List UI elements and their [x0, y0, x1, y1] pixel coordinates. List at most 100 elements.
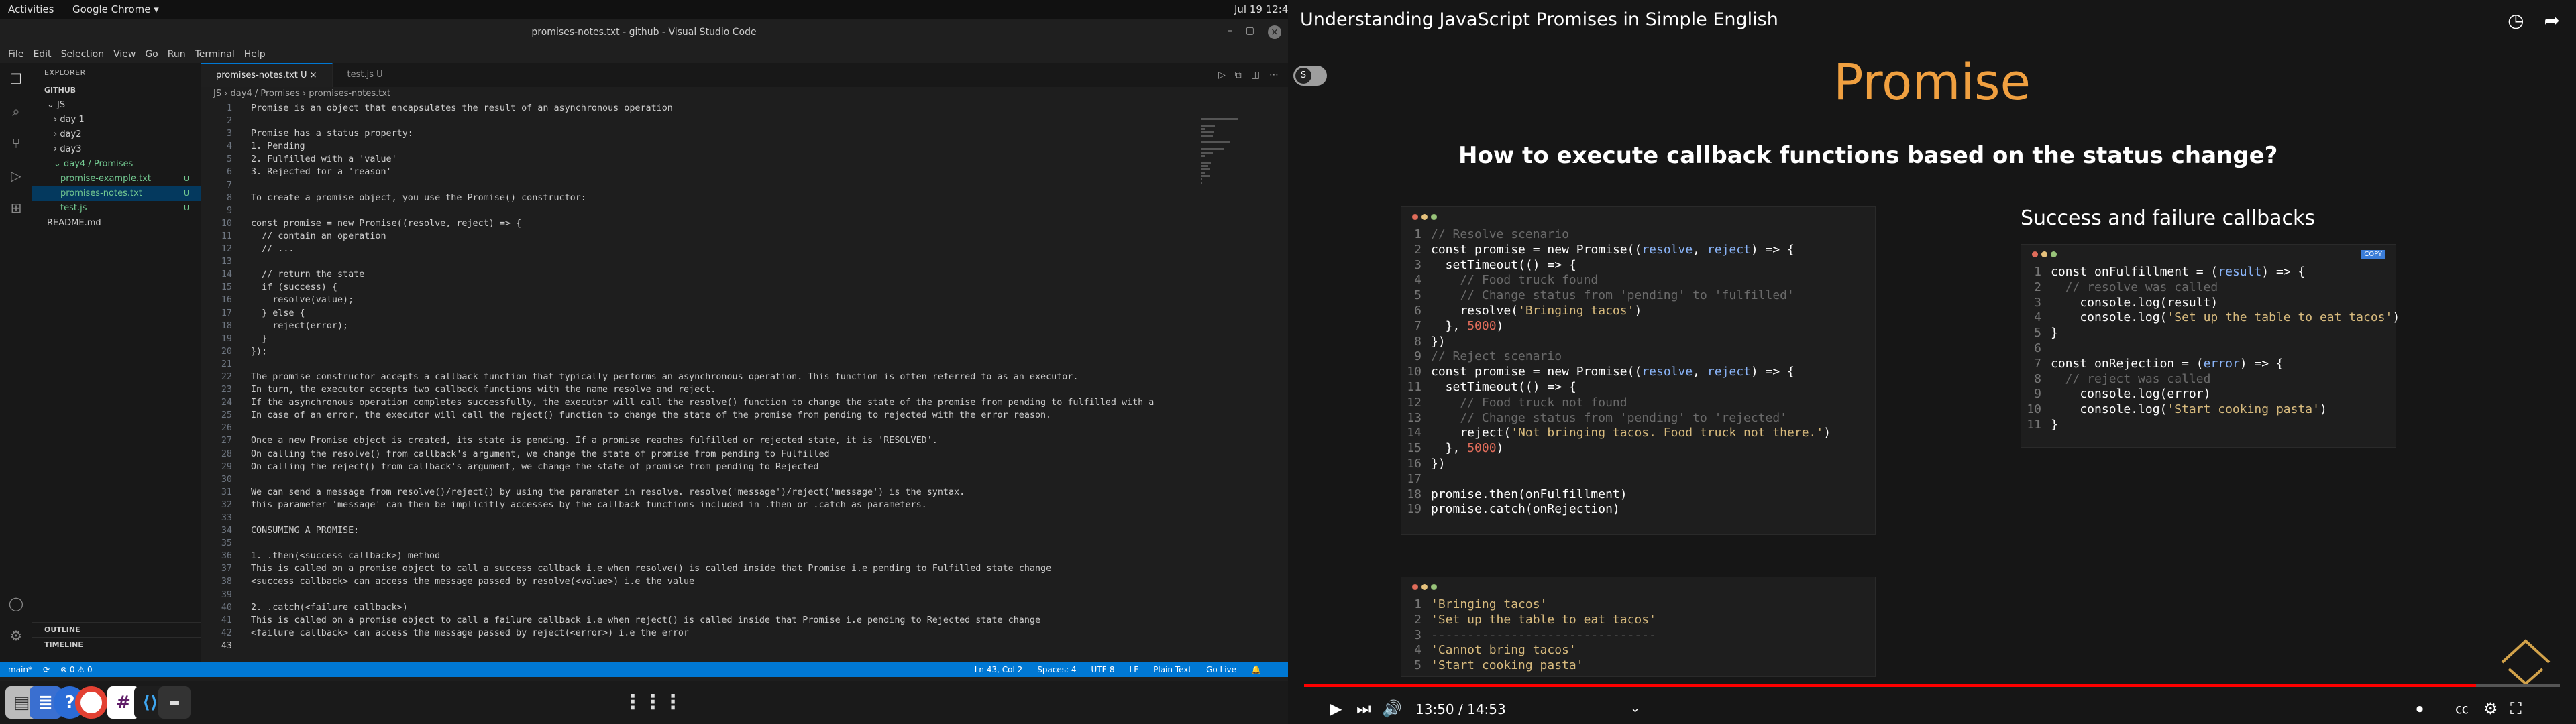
code-line[interactable]: 16 resolve(value); [201, 294, 1197, 306]
split-editor-icon[interactable]: ◫ [1251, 70, 1260, 80]
code-line[interactable]: 43 [201, 640, 1197, 652]
line-ending[interactable]: LF [1130, 662, 1139, 677]
code-line[interactable]: 38 <success callback> can access the mess… [201, 575, 1197, 588]
minimap[interactable] [1201, 117, 1278, 184]
code-line[interactable]: 36 1. .then(<success callback>) method [201, 550, 1197, 562]
minimize-icon[interactable]: – [1228, 25, 1232, 39]
code-line[interactable]: 2 [201, 115, 1197, 127]
tree-item[interactable]: › day2 [32, 127, 201, 142]
tree-item[interactable]: ⌄ day4 / Promises [32, 157, 201, 172]
notifications-icon[interactable]: 🔔 [1251, 662, 1261, 677]
code-line[interactable]: 40 2. .catch(<failure callback>) [201, 601, 1197, 614]
code-line[interactable]: 6 3. Rejected for a 'reason' [201, 166, 1197, 178]
menu-terminal[interactable]: Terminal [195, 46, 235, 63]
code-line[interactable]: 25 In case of an error, the executor will… [201, 409, 1197, 422]
code-line[interactable]: 39 [201, 589, 1197, 601]
code-line[interactable]: 18 reject(error); [201, 320, 1197, 333]
code-line[interactable]: 32 this parameter 'message' can then be i… [201, 499, 1197, 511]
search-icon[interactable]: ⌕ [8, 103, 24, 119]
copy-button[interactable]: COPY [2361, 250, 2385, 259]
encoding[interactable]: UTF-8 [1091, 662, 1115, 677]
tree-item[interactable]: ⌄ JS [32, 98, 201, 113]
video-title[interactable]: Understanding JavaScript Promises in Sim… [1300, 9, 1778, 30]
code-line[interactable]: 17 } else { [201, 307, 1197, 320]
extensions-icon[interactable]: ⊞ [8, 200, 24, 216]
code-line[interactable]: 3 Promise has a status property: [201, 127, 1197, 140]
tab-promises-notes[interactable]: promises-notes.txt U × [201, 63, 333, 87]
tree-item[interactable]: README.md [32, 216, 201, 231]
code-line[interactable]: 27 Once a new Promise object is created, … [201, 434, 1197, 447]
code-line[interactable]: 8 To create a promise object, you use the… [201, 192, 1197, 204]
code-line[interactable]: 13 [201, 255, 1197, 268]
activities-button[interactable]: Activities [8, 3, 54, 15]
tree-item[interactable]: promises-notes.txt U [32, 186, 201, 201]
maximize-icon[interactable]: ▢ [1246, 25, 1254, 39]
tree-item[interactable]: › day 1 [32, 113, 201, 127]
code-line[interactable]: 23 In turn, the executor accepts two call… [201, 383, 1197, 396]
settings-gear-icon[interactable]: ⚙ [8, 627, 24, 644]
text-editor[interactable]: 1 Promise is an object that encapsulates … [201, 102, 1197, 662]
code-line[interactable]: 20}); [201, 345, 1197, 358]
menu-run[interactable]: Run [168, 46, 186, 63]
more-actions-icon[interactable]: ⋯ [1269, 70, 1279, 80]
menu-view[interactable]: View [113, 46, 136, 63]
close-icon[interactable]: × [1268, 25, 1281, 39]
go-live-button[interactable]: Go Live [1206, 662, 1236, 677]
tree-item[interactable]: test.js U [32, 201, 201, 216]
menu-go[interactable]: Go [145, 46, 158, 63]
terminal-app-icon[interactable]: ▬ [158, 686, 191, 719]
code-line[interactable]: 4 1. Pending [201, 140, 1197, 153]
code-line[interactable]: 14 // return the state [201, 268, 1197, 281]
code-line[interactable]: 41 This is called on a promise object to … [201, 614, 1197, 627]
language-mode[interactable]: Plain Text [1153, 662, 1191, 677]
code-line[interactable]: 24 If the asynchronous operation complete… [201, 396, 1197, 409]
watch-later-icon[interactable]: ◷ [2508, 9, 2524, 32]
settings-icon[interactable]: ⚙ [2483, 699, 2498, 719]
code-line[interactable]: 12 // ... [201, 243, 1197, 255]
problems-indicator[interactable]: ⊗ 0 ⚠ 0 [60, 662, 93, 677]
sync-icon[interactable]: ⟳ [43, 662, 50, 677]
code-line[interactable]: 33 [201, 511, 1197, 524]
code-line[interactable]: 9 [201, 204, 1197, 217]
code-line[interactable]: 10 const promise = new Promise((resolve, … [201, 217, 1197, 230]
app-menu[interactable]: Google Chrome ▾ [72, 3, 159, 15]
code-line[interactable]: 21 [201, 358, 1197, 371]
chapter-chevron-icon[interactable]: ⌄ [1630, 699, 1640, 719]
code-line[interactable]: 34 CONSUMING A PROMISE: [201, 524, 1197, 537]
volume-icon[interactable]: 🔊 [1382, 699, 1402, 719]
workspace-root[interactable]: GITHUB [32, 83, 201, 98]
show-apps-icon[interactable]: ⋮⋮⋮ [623, 686, 683, 719]
code-line[interactable]: 37 This is called on a promise object to … [201, 562, 1197, 575]
tree-item[interactable]: › day3 [32, 142, 201, 157]
menu-file[interactable]: File [8, 46, 23, 63]
outline-section[interactable]: OUTLINE [32, 622, 201, 637]
cursor-position[interactable]: Ln 43, Col 2 [975, 662, 1023, 677]
branch-indicator[interactable]: main* [8, 662, 32, 677]
chrome-app-icon[interactable] [75, 686, 107, 719]
run-debug-icon[interactable]: ▷ [8, 168, 24, 184]
tab-test-js[interactable]: test.js U [333, 63, 398, 87]
captions-icon[interactable]: ㏄ [2455, 699, 2469, 719]
source-control-icon[interactable]: ⑂ [8, 135, 24, 152]
menu-selection[interactable]: Selection [61, 46, 105, 63]
menu-help[interactable]: Help [244, 46, 266, 63]
compare-icon[interactable]: ⧉ [1235, 70, 1242, 80]
code-line[interactable]: 5 2. Fulfilled with a 'value' [201, 153, 1197, 166]
timeline-section[interactable]: TIMELINE [32, 637, 201, 652]
clock[interactable]: Jul 19 12:40 [1234, 3, 1295, 15]
code-line[interactable]: 29 On calling the reject() from callback'… [201, 461, 1197, 473]
fullscreen-icon[interactable]: ⛶ [2510, 699, 2522, 719]
play-icon[interactable]: ▶ [1330, 699, 1342, 719]
code-line[interactable]: 11 // contain an operation [201, 230, 1197, 243]
code-line[interactable]: 31 We can send a message from resolve()/r… [201, 486, 1197, 499]
code-line[interactable]: 28 On calling the resolve() from callback… [201, 448, 1197, 461]
account-icon[interactable]: ◯ [8, 595, 24, 611]
next-icon[interactable]: ⏭ [1356, 699, 1371, 719]
code-line[interactable]: 7 [201, 179, 1197, 192]
autoplay-toggle[interactable]: ⏺ [2416, 699, 2423, 719]
indentation[interactable]: Spaces: 4 [1037, 662, 1076, 677]
progress-bar[interactable] [1304, 684, 2560, 687]
code-line[interactable]: 26 [201, 422, 1197, 434]
run-icon[interactable]: ▷ [1218, 70, 1226, 80]
tree-item[interactable]: promise-example.txt U [32, 172, 201, 186]
